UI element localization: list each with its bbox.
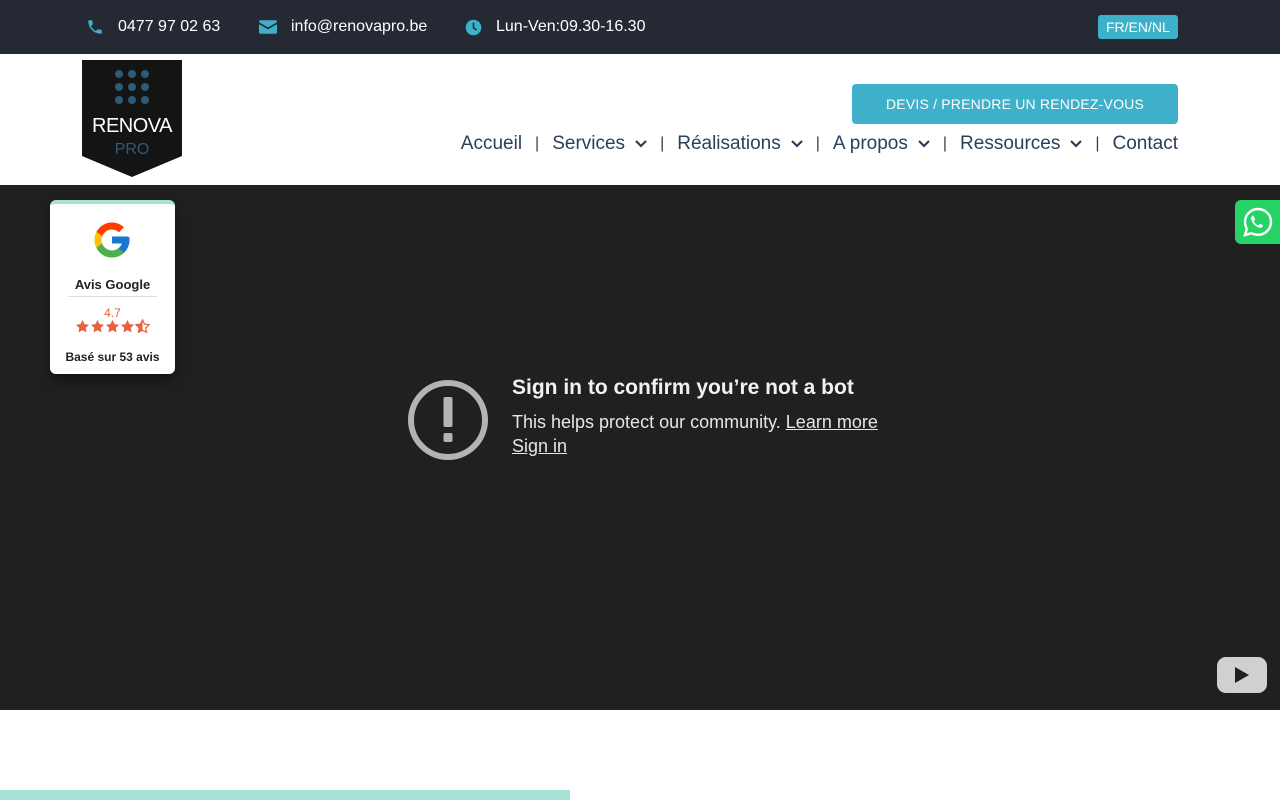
google-reviews-widget[interactable]: Avis Google 4.7 Basé sur 53 avis (50, 200, 175, 374)
nav-item-services[interactable]: Services (552, 133, 647, 155)
google-icon (94, 222, 130, 258)
reviews-title: Avis Google (74, 277, 151, 292)
nav-label: Ressources (960, 133, 1061, 154)
nav-separator: | (1095, 135, 1100, 152)
youtube-button[interactable] (1217, 657, 1267, 693)
top-bar: 0477 97 02 63 info@renovapro.be Lun-Ven:… (0, 0, 1280, 54)
video-error-title: Sign in to confirm you’re not a bot (512, 376, 854, 399)
appointment-button[interactable]: DEVIS / PRENDRE UN RENDEZ-VOUS (852, 84, 1178, 124)
sign-in-link[interactable]: Sign in (512, 436, 567, 457)
video-error-text: This helps protect our community. (512, 412, 781, 432)
star-icon (90, 319, 105, 333)
nav-item-ressources[interactable]: Ressources (960, 133, 1083, 155)
nav-label: Accueil (460, 133, 523, 154)
reviews-count: Basé sur 53 avis (65, 350, 160, 364)
nav-label: Réalisations (677, 133, 781, 154)
youtube-icon (1235, 667, 1249, 683)
video-error-description: This helps protect our community. Learn … (512, 412, 878, 433)
language-switcher[interactable]: FR/EN/NL (1098, 15, 1178, 39)
nav-item-realisations[interactable]: Réalisations (677, 133, 803, 155)
phone-number: 0477 97 02 63 (118, 18, 221, 35)
logo-text-main: RENOVA (92, 115, 173, 137)
section-accent-bar (0, 790, 570, 800)
phone-icon (88, 20, 102, 34)
nav-separator: | (660, 135, 665, 152)
phone-link[interactable]: 0477 97 02 63 (86, 0, 220, 54)
learn-more-link[interactable]: Learn more (786, 412, 878, 432)
hours-text: Lun-Ven:09.30-16.30 (496, 18, 646, 35)
nav-label: Contact (1112, 133, 1178, 154)
chevron-down-icon (635, 140, 647, 148)
whatsapp-icon (1242, 207, 1272, 237)
nav-separator: | (942, 135, 948, 152)
whatsapp-button[interactable] (1235, 200, 1280, 244)
nav-label: A propos (832, 133, 908, 154)
star-icon (120, 319, 135, 333)
chevron-down-icon (790, 140, 803, 148)
star-rating (75, 319, 151, 335)
exclamation-circle-icon (408, 380, 488, 460)
nav-item-accueil[interactable]: Accueil (461, 133, 522, 155)
opening-hours: Lun-Ven:09.30-16.30 (465, 0, 645, 54)
clock-icon (465, 19, 482, 35)
chevron-down-icon (918, 140, 930, 148)
chevron-down-icon (1070, 140, 1083, 148)
main-navigation: Accueil | Services | Réalisations | A pr… (461, 130, 1178, 158)
email-address: info@renovapro.be (291, 18, 428, 35)
star-half-icon (135, 319, 150, 334)
renovapro-logo[interactable]: RENOVA PRO (82, 60, 182, 178)
rating-score: 4.7 (104, 306, 121, 320)
logo-text-sub: PRO (115, 141, 150, 158)
nav-label: Services (552, 133, 626, 154)
email-link[interactable]: info@renovapro.be (259, 0, 427, 54)
nav-item-contact[interactable]: Contact (1113, 133, 1178, 155)
divider (68, 296, 157, 297)
star-icon (105, 319, 120, 333)
nav-separator: | (815, 135, 820, 152)
site-header: RENOVA PRO DEVIS / PRENDRE UN RENDEZ-VOU… (0, 54, 1280, 185)
star-icon (75, 319, 90, 333)
nav-separator: | (535, 135, 540, 152)
embedded-video[interactable]: Sign in to confirm you’re not a bot This… (0, 185, 1280, 710)
nav-item-a-propos[interactable]: A propos (833, 133, 930, 155)
envelope-icon (259, 20, 277, 34)
